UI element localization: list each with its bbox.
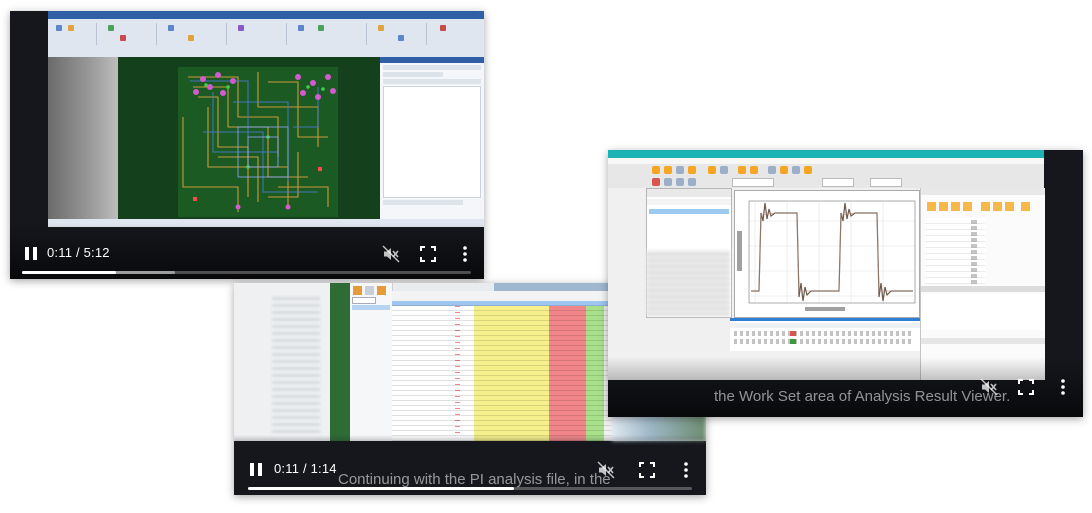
video-player-work-set[interactable]: the Work Set area of Analysis Result Vie… [608, 150, 1083, 417]
pause-icon[interactable] [25, 247, 37, 260]
volume-muted-icon[interactable] [382, 245, 400, 263]
player-controls: 0:11 / 1:14 Continuing with the PI analy… [234, 435, 706, 495]
pcb-board-view [118, 57, 380, 227]
progress-bar[interactable] [248, 487, 692, 490]
more-options-icon[interactable] [677, 461, 695, 479]
net-list-panel [350, 283, 393, 441]
pcb-strip [330, 283, 350, 441]
fullscreen-icon[interactable] [419, 245, 437, 263]
properties-panel [380, 57, 484, 227]
power-table [392, 291, 612, 441]
analysis-result-viewer-window [608, 150, 1045, 380]
fullscreen-icon[interactable] [1017, 378, 1035, 396]
subtitle-caption: Continuing with the PI analysis file, in… [338, 471, 611, 488]
waveform-plot [734, 190, 920, 318]
left-blurred-panel [48, 57, 118, 227]
more-options-icon[interactable] [1054, 378, 1072, 396]
volume-muted-icon[interactable] [980, 378, 998, 396]
video-player-pcb-layout[interactable]: 0:11 / 5:12 [10, 11, 484, 279]
pause-icon[interactable] [250, 463, 262, 476]
window-titlebar [608, 150, 1044, 158]
more-options-icon[interactable] [456, 245, 474, 263]
fullscreen-icon[interactable] [638, 461, 656, 479]
progress-bar[interactable] [22, 271, 471, 274]
toolbar [608, 164, 1044, 188]
subtitle-caption: the Work Set area of Analysis Result Vie… [714, 388, 1011, 405]
popup-window [494, 283, 614, 291]
work-set-area [730, 318, 920, 351]
player-controls: 0:11 / 5:12 [10, 223, 484, 279]
player-controls: the Work Set area of Analysis Result Vie… [608, 357, 1083, 417]
measurements-panel [920, 188, 1045, 380]
app-ribbon-toolbar [48, 11, 484, 57]
time-display: 0:11 / 1:14 [274, 461, 337, 476]
volume-muted-icon[interactable] [597, 461, 615, 479]
time-display: 0:11 / 5:12 [47, 245, 110, 260]
